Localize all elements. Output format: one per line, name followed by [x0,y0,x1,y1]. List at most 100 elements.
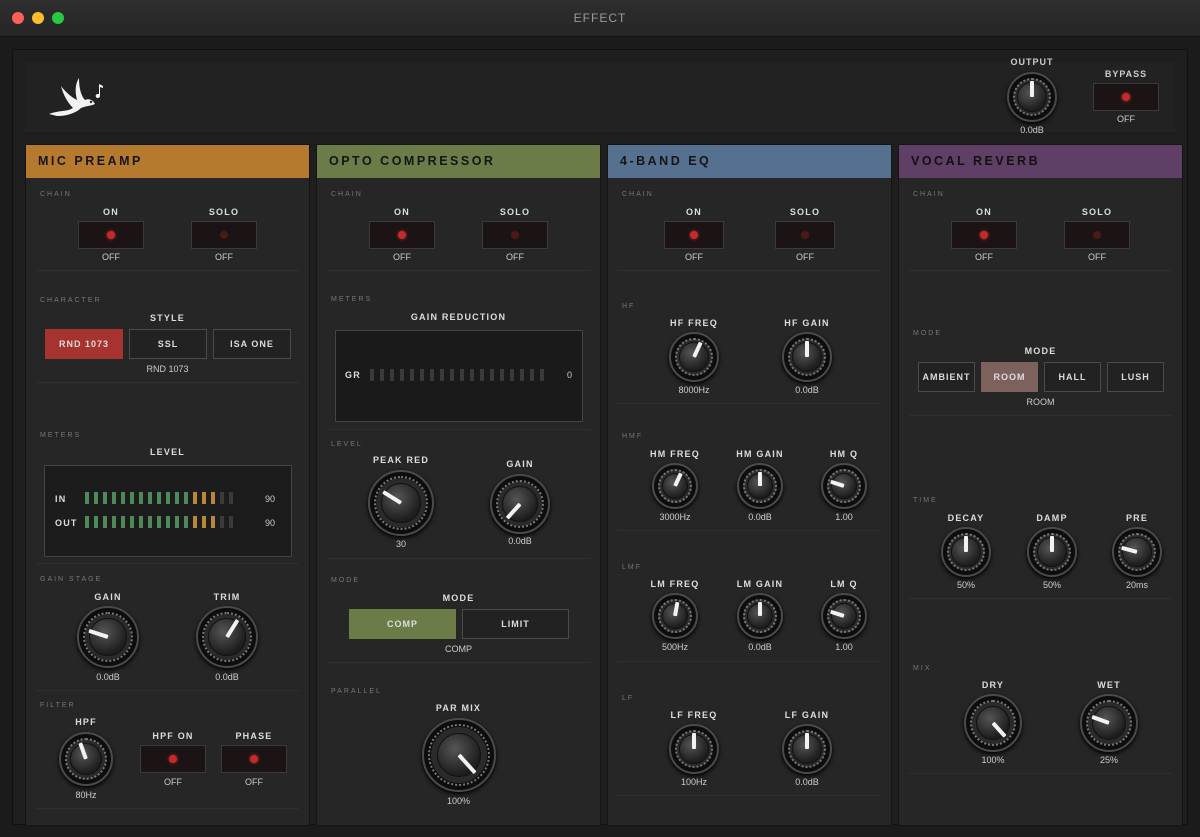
lf-freq-knob[interactable] [669,724,719,774]
hm-gain-value: 0.0dB [748,512,772,522]
solo-value: OFF [796,252,814,262]
style-isa-one-button[interactable]: ISA ONE [213,329,291,359]
section-label: LF [622,695,635,702]
character-section: CHARACTER STYLE RND 1073 SSL ISA ONE RND… [36,297,299,383]
window-title: EFFECT [573,11,627,25]
phase-label: PHASE [235,731,273,741]
gr-meter-segment [490,369,494,381]
style-rnd1073-button[interactable]: RND 1073 [45,329,123,359]
hm-freq-knob[interactable] [652,463,698,509]
hm-freq-label: HM FREQ [650,449,700,459]
mic-preamp-solo-toggle[interactable] [191,221,257,249]
opto-gain-knob[interactable] [490,474,550,534]
meter-segment [139,516,143,528]
meter-segment [157,492,161,504]
output-knob[interactable] [1007,72,1057,122]
damp-knob[interactable] [1027,527,1077,577]
lf-freq-label: LF FREQ [670,710,718,720]
meter-segment [130,516,134,528]
meter-segment [112,516,116,528]
section-label: CHAIN [913,191,945,198]
gr-meter-segment [470,369,474,381]
dry-label: DRY [981,680,1005,690]
lm-freq-knob[interactable] [652,593,698,639]
section-label: MODE [331,577,360,584]
vocal-reverb-panel: VOCAL REVERB CHAIN ON OFF SOLO OFF MODE … [898,144,1183,826]
mode-value: COMP [445,644,472,654]
section-label: CHAIN [622,191,654,198]
hm-gain-label: HM GAIN [736,449,784,459]
mode-comp-button[interactable]: COMP [349,609,456,639]
eq-solo-toggle[interactable] [775,221,835,249]
mode-lush-button[interactable]: LUSH [1107,362,1164,392]
reverb-on-toggle[interactable] [951,221,1017,249]
decay-knob[interactable] [941,527,991,577]
mic-preamp-chain-section: CHAIN ON OFF SOLO OFF [36,191,299,271]
style-value: RND 1073 [146,364,189,374]
wet-knob[interactable] [1080,694,1138,752]
preamp-gain-knob[interactable] [77,606,139,668]
reverb-chain-section: CHAIN ON OFF SOLO OFF [909,191,1172,271]
lm-q-label: LM Q [830,579,858,589]
lf-gain-value: 0.0dB [795,777,819,787]
lm-q-knob[interactable] [821,593,867,639]
meter-segment [157,516,161,528]
decay-label: DECAY [947,513,985,523]
level-meter: IN 90 OUT 90 [44,465,292,557]
gr-label: GR [345,370,361,380]
meter-segment [148,516,152,528]
hpf-on-toggle[interactable] [140,745,206,773]
hf-freq-knob[interactable] [669,332,719,382]
hm-gain-knob[interactable] [737,463,783,509]
par-mix-knob[interactable] [422,718,496,792]
bypass-toggle[interactable] [1093,83,1159,111]
on-label: ON [394,207,410,217]
lm-freq-label: LM FREQ [650,579,700,589]
peak-red-knob[interactable] [368,470,434,536]
mic-preamp-on-toggle[interactable] [78,221,144,249]
dry-knob[interactable] [964,694,1022,752]
trim-knob[interactable] [196,606,258,668]
pre-knob[interactable] [1112,527,1162,577]
solo-label: SOLO [499,207,531,217]
par-mix-label: PAR MIX [435,703,482,713]
hpf-on-value: OFF [164,777,182,787]
out-value: 90 [265,518,276,528]
opto-solo-toggle[interactable] [482,221,548,249]
damp-value: 50% [1042,580,1061,590]
solo-label: SOLO [789,207,821,217]
phase-toggle[interactable] [221,745,287,773]
mode-limit-button[interactable]: LIMIT [462,609,569,639]
opto-compressor-title: OPTO COMPRESSOR [317,145,600,178]
meter-segment [220,492,224,504]
gain-stage-section: GAIN STAGE GAIN 0.0dB TRIM 0.0dB [36,576,299,691]
lm-gain-knob[interactable] [737,593,783,639]
hm-q-value: 1.00 [835,512,853,522]
style-ssl-button[interactable]: SSL [129,329,207,359]
phase-value: OFF [245,777,263,787]
section-label: METERS [331,296,373,303]
gain-reduction-label: GAIN REDUCTION [410,312,507,322]
on-value: OFF [393,252,411,262]
lf-gain-knob[interactable] [782,724,832,774]
par-mix-value: 100% [446,796,471,806]
eq-on-toggle[interactable] [664,221,724,249]
mode-ambient-button[interactable]: AMBIENT [918,362,975,392]
hm-q-knob[interactable] [821,463,867,509]
section-label: METERS [40,432,82,439]
hf-gain-knob[interactable] [782,332,832,382]
mode-hall-button[interactable]: HALL [1044,362,1101,392]
mode-room-button[interactable]: ROOM [981,362,1038,392]
out-label: OUT [55,518,78,528]
lf-gain-label: LF GAIN [784,710,830,720]
section-label: LEVEL [331,441,363,448]
opto-on-toggle[interactable] [369,221,435,249]
gain-value: 0.0dB [96,672,120,682]
meter-segment [175,492,179,504]
meter-segment [139,492,143,504]
gr-meter-segment [520,369,524,381]
reverb-solo-toggle[interactable] [1064,221,1130,249]
hf-gain-value: 0.0dB [795,385,819,395]
hpf-knob[interactable] [59,732,113,786]
gain-reduction-meter: GR 0 [335,330,583,422]
